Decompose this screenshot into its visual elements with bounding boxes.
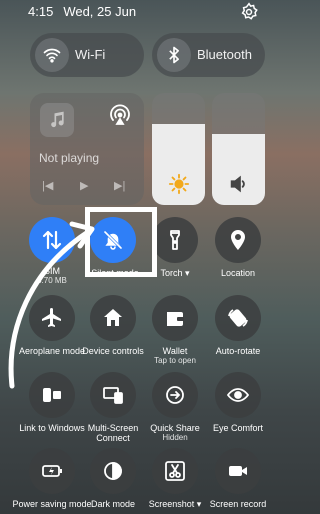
annotation-arrow xyxy=(8,221,95,389)
